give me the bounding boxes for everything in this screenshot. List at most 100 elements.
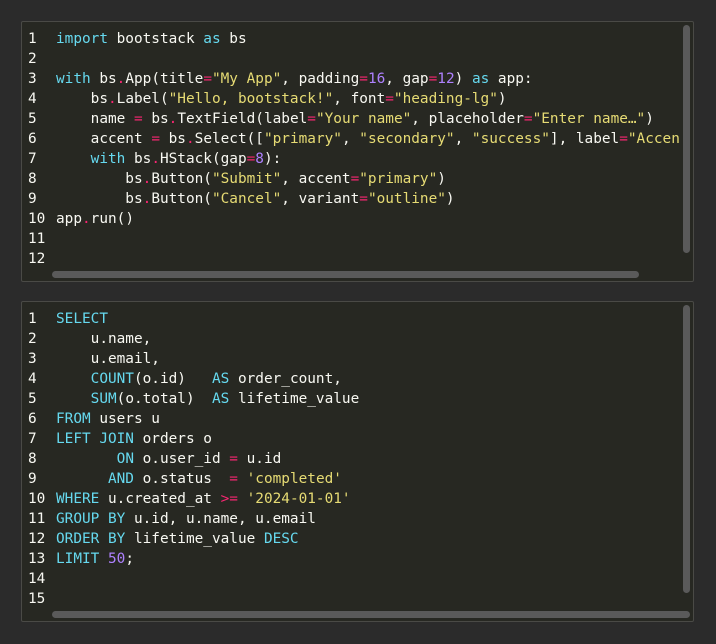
code-token: ) [437, 171, 446, 187]
code-token: COUNT [90, 371, 134, 387]
code-token: = [350, 171, 360, 187]
code-token: "heading-lg" [393, 91, 498, 107]
code-token: '2024-01-01' [246, 491, 351, 507]
code-line: 15 [22, 589, 679, 609]
code-token: LEFT JOIN [56, 431, 134, 447]
line-source: with bs.HStack(gap=8): [56, 149, 679, 169]
code-token: u.email, [56, 351, 160, 367]
code-line: 2 [22, 49, 679, 69]
code-line: 13 LIMIT 50; [22, 549, 679, 569]
code-line: 14 [22, 569, 679, 589]
code-token: FROM [56, 411, 91, 427]
python-code-editor[interactable]: 1 import bootstack as bs 2 3 with bs.App(tit… [21, 21, 694, 282]
code-token: ORDER BY [56, 531, 126, 547]
code-token: users u [90, 411, 160, 427]
code-line: 6 accent = bs.Select(["primary", "second… [22, 129, 679, 149]
line-number: 5 [28, 391, 37, 407]
line-number: 4 [28, 371, 37, 387]
code-line: 8 ON o.user_id = u.id [22, 449, 679, 469]
code-token: bs [90, 71, 117, 87]
code-token: u.created_at [99, 491, 221, 507]
code-token: lifetime_value [229, 391, 360, 407]
code-token: , variant [281, 191, 360, 207]
line-source [56, 229, 679, 249]
code-token: 8 [255, 151, 264, 167]
line-number: 12 [28, 251, 46, 267]
code-token: Label( [116, 91, 169, 107]
code-token: AND [107, 471, 134, 487]
line-source: accent = bs.Select(["primary", "secondar… [56, 129, 679, 149]
code-token: Button( [151, 191, 212, 207]
code-token: "primary" [359, 171, 438, 187]
line-source: COUNT(o.id) AS order_count, [56, 369, 679, 389]
line-source: FROM users u [56, 409, 679, 429]
code-token: ): [263, 151, 282, 167]
code-token: with [56, 71, 91, 87]
code-token: = [359, 191, 368, 207]
code-line: 5 SUM(o.total) AS lifetime_value [22, 389, 679, 409]
code-token: "primary" [263, 131, 342, 147]
line-number: 12 [28, 531, 46, 547]
code-line: 12 ORDER BY lifetime_value DESC [22, 529, 679, 549]
line-source: ORDER BY lifetime_value DESC [56, 529, 679, 549]
sql-vertical-scrollbar[interactable] [683, 305, 690, 593]
line-source: SUM(o.total) AS lifetime_value [56, 389, 679, 409]
sql-code-editor[interactable]: 1 SELECT 2 u.name, 3 u.email, 4 COUNT(o.id) … [21, 301, 694, 622]
line-number: 14 [28, 571, 46, 587]
code-token: "Enter name…" [532, 111, 646, 127]
python-vertical-scrollbar[interactable] [683, 25, 690, 253]
code-token: DESC [263, 531, 299, 547]
code-token: 50 [108, 551, 126, 567]
code-token: = [428, 71, 438, 87]
code-line: 4 bs.Label("Hello, bootstack!", font="he… [22, 89, 679, 109]
code-token: , [454, 131, 472, 147]
code-token: bs [220, 31, 247, 47]
code-token: = [229, 471, 238, 487]
code-line: 3 with bs.App(title="My App", padding=16,… [22, 69, 679, 89]
code-line: 2 u.name, [22, 329, 679, 349]
code-token: = [133, 111, 143, 127]
line-number: 11 [28, 511, 46, 527]
code-token: "Hello, bootstack!" [168, 91, 334, 107]
line-number: 3 [28, 71, 37, 87]
line-number: 15 [28, 591, 46, 607]
line-number: 2 [28, 331, 37, 347]
code-line: 10 WHERE u.created_at >= '2024-01-01' [22, 489, 679, 509]
code-token: = [359, 71, 368, 87]
line-number: 3 [28, 351, 37, 367]
code-token: bs [142, 111, 169, 127]
code-token: , font [333, 91, 386, 107]
code-token: "Submit" [211, 171, 282, 187]
line-source: ON o.user_id = u.id [56, 449, 679, 469]
line-source: app.run() [56, 209, 679, 229]
code-token: "My App" [211, 71, 282, 87]
code-token: bs [56, 191, 143, 207]
sql-code-area[interactable]: 1 SELECT 2 u.name, 3 u.email, 4 COUNT(o.id) … [22, 309, 679, 609]
line-source: name = bs.TextField(label="Your name", p… [56, 109, 679, 129]
code-token: app [56, 211, 82, 227]
code-token: bs [56, 91, 108, 107]
line-source [56, 589, 679, 609]
line-number: 9 [28, 191, 37, 207]
code-token: name [56, 111, 134, 127]
python-code-area[interactable]: 1 import bootstack as bs 2 3 with bs.App(tit… [22, 29, 679, 269]
code-token: o.user_id [133, 451, 230, 467]
code-token: bs [159, 131, 186, 147]
code-line: 9 AND o.status = 'completed' [22, 469, 679, 489]
code-token: HStack(gap [159, 151, 247, 167]
code-token: , padding [281, 71, 360, 87]
sql-horizontal-scrollbar[interactable] [52, 611, 690, 618]
code-line: 4 COUNT(o.id) AS order_count, [22, 369, 679, 389]
python-horizontal-scrollbar[interactable] [52, 271, 639, 278]
code-token: = [523, 111, 533, 127]
line-number: 7 [28, 431, 37, 447]
code-token: = [385, 91, 394, 107]
code-token: ; [125, 551, 134, 567]
code-token: bootstack [107, 31, 204, 47]
line-number: 6 [28, 131, 37, 147]
line-number: 10 [28, 491, 46, 507]
